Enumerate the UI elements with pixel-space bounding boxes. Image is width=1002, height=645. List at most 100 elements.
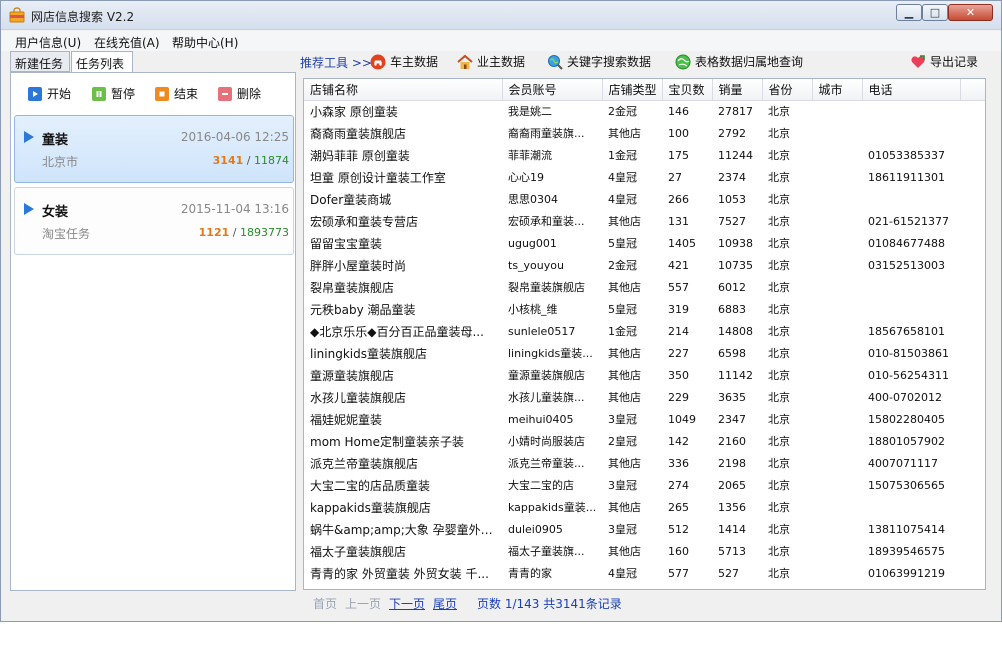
window-title: 网店信息搜索 V2.2 — [31, 10, 135, 24]
globe-search-icon — [548, 54, 563, 70]
table-row[interactable]: 童源童装旗舰店 童源童装旗舰店 其他店 350 11142 北京 010-56254311 — [304, 364, 985, 386]
table-location-lookup-button[interactable]: 表格数据归属地查询 — [675, 53, 803, 70]
column-header-item-count[interactable]: 宝贝数 — [662, 79, 713, 101]
column-header-shop-name[interactable]: 店铺名称 — [304, 79, 503, 101]
car-owner-data-button[interactable]: 车主数据 — [370, 53, 438, 70]
next-page-link[interactable]: 下一页 — [389, 595, 425, 612]
table-row[interactable]: 小森家 原创童装 我是姚二 2金冠 146 27817 北京 — [304, 100, 985, 122]
cell-item-count: 214 — [668, 324, 689, 338]
menu-user-info[interactable]: 用户信息(U) — [15, 34, 81, 51]
minimize-icon: ▁ — [904, 6, 914, 19]
cell-phone: 13811075414 — [868, 522, 945, 536]
home-owner-data-button[interactable]: 业主数据 — [457, 53, 525, 70]
table-row[interactable]: kappakids童装旗舰店 kappakids童装... 其他店 265 1356 北京 — [304, 496, 985, 518]
table-row[interactable]: 裂帛童装旗舰店 裂帛童装旗舰店 其他店 557 6012 北京 — [304, 276, 985, 298]
column-header-phone[interactable]: 电话 — [862, 79, 961, 101]
cell-city — [812, 540, 862, 562]
cell-shop-type: 4皇冠 — [608, 193, 637, 206]
minimize-button[interactable]: ▁ — [896, 4, 922, 21]
cell-member-account: 裔裔雨童装旗... — [508, 127, 585, 140]
shopping-bag-icon — [9, 7, 25, 23]
task-item-childrens-wear[interactable]: 童装 2016-04-06 12:25 北京市 3141 / 11874 — [14, 115, 294, 183]
cell-phone: 18567658101 — [868, 324, 945, 338]
cell-sales: 10938 — [718, 236, 753, 250]
cell-item-count: 577 — [668, 566, 689, 580]
last-page-link[interactable]: 尾页 — [433, 595, 457, 612]
column-header-shop-type[interactable]: 店铺类型 — [602, 79, 663, 101]
table-row[interactable]: 水孩儿童装旗舰店 水孩儿童装旗... 其他店 229 3635 北京 400-0702012 — [304, 386, 985, 408]
cell-shop-name: 青青的家 外贸童装 外贸女装 千... — [310, 566, 489, 581]
cell-shop-name: 潮妈菲菲 原创童装 — [310, 148, 410, 163]
table-row[interactable]: 青青的家 外贸童装 外贸女装 千... 青青的家 4皇冠 577 527 北京 010639… — [304, 562, 985, 584]
cell-filler — [960, 210, 985, 232]
tab-new-task[interactable]: 新建任务 — [10, 51, 70, 72]
cell-city — [812, 386, 862, 408]
column-header-sales[interactable]: 销量 — [712, 79, 763, 101]
table-row[interactable]: ◆北京乐乐◆百分百正品童装母... sunlele0517 1金冠 214 14808 北… — [304, 320, 985, 342]
table-row[interactable]: 福娃妮妮童装 meihui0405 3皇冠 1049 2347 北京 15802280405 — [304, 408, 985, 430]
cell-shop-name: mom Home定制童装亲子装 — [310, 434, 464, 449]
cell-sales: 27817 — [718, 104, 753, 118]
cell-shop-type: 其他店 — [608, 281, 641, 294]
cell-shop-type: 1金冠 — [608, 149, 637, 162]
cell-filler — [960, 342, 985, 364]
cell-shop-name: 元秩baby 潮品童装 — [310, 302, 416, 317]
pause-button[interactable]: 暂停 — [92, 85, 135, 102]
cell-province: 北京 — [768, 149, 790, 162]
table-row[interactable]: Dofer童装商城 思思0304 4皇冠 266 1053 北京 — [304, 188, 985, 210]
prev-page-link[interactable]: 上一页 — [345, 595, 381, 612]
maximize-button[interactable]: □ — [922, 4, 948, 21]
table-row[interactable]: 坦童 原创设计童装工作室 心心19 4皇冠 27 2374 北京 18611911301 — [304, 166, 985, 188]
start-button[interactable]: 开始 — [28, 85, 71, 102]
table-row[interactable]: 大宝二宝的店品质童装 大宝二宝的店 3皇冠 274 2065 北京 15075306565 — [304, 474, 985, 496]
task-location: 淘宝任务 — [42, 227, 91, 241]
close-button[interactable]: ✕ — [948, 4, 993, 21]
column-header-city[interactable]: 城市 — [812, 79, 863, 101]
cell-province: 北京 — [768, 171, 790, 184]
table-row[interactable]: 福太子童装旗舰店 福太子童装旗... 其他店 160 5713 北京 18939546575 — [304, 540, 985, 562]
keyword-search-data-button[interactable]: 关键字搜索数据 — [547, 53, 651, 70]
menu-online-recharge[interactable]: 在线充值(A) — [94, 34, 160, 51]
table-row[interactable]: 胖胖小屋童装时尚 ts_youyou 2金冠 421 10735 北京 0315251300… — [304, 254, 985, 276]
table-row[interactable]: 裔裔雨童装旗舰店 裔裔雨童装旗... 其他店 100 2792 北京 — [304, 122, 985, 144]
cell-shop-type: 2金冠 — [608, 259, 637, 272]
task-count-separator: / — [246, 154, 251, 167]
table-row[interactable]: 元秩baby 潮品童装 小核桃_维 5皇冠 319 6883 北京 — [304, 298, 985, 320]
cell-sales: 10735 — [718, 258, 753, 272]
cell-phone — [862, 100, 960, 122]
cell-sales: 11244 — [718, 148, 753, 162]
table-row[interactable]: 潮妈菲菲 原创童装 菲菲潮流 1金冠 175 11244 北京 01053385337 — [304, 144, 985, 166]
table-row[interactable]: liningkids童装旗舰店 liningkids童装... 其他店 227 6598… — [304, 342, 985, 364]
page-info: 页数 1/143 共3141条记录 — [477, 597, 622, 611]
cell-member-account: 派克兰帝童装... — [508, 457, 585, 470]
table-row[interactable]: 留留宝宝童装 ugug001 5皇冠 1405 10938 北京 01084677488 — [304, 232, 985, 254]
column-header-member-account[interactable]: 会员账号 — [502, 79, 603, 101]
cell-filler — [960, 386, 985, 408]
export-records-button[interactable]: 导出记录 — [910, 53, 978, 70]
cell-province: 北京 — [768, 369, 790, 382]
cell-member-account: 宏硕承和童装... — [508, 215, 585, 228]
stop-icon — [155, 86, 169, 101]
cell-province: 北京 — [768, 479, 790, 492]
column-header-filler — [960, 79, 985, 101]
pause-label: 暂停 — [111, 87, 136, 101]
cell-phone: 010-56254311 — [868, 368, 949, 382]
table-row[interactable]: mom Home定制童装亲子装 小婧时尚服装店 2皇冠 142 2160 北京 188010… — [304, 430, 985, 452]
task-item-womens-wear[interactable]: 女装 2015-11-04 13:16 淘宝任务 1121 / 1893773 — [14, 187, 294, 255]
cell-item-count: 265 — [668, 500, 689, 514]
tab-task-list[interactable]: 任务列表 — [71, 51, 133, 73]
title-bar: 网店信息搜索 V2.2 ▁ □ ✕ — [1, 1, 1001, 30]
column-header-province[interactable]: 省份 — [762, 79, 813, 101]
menu-help-center[interactable]: 帮助中心(H) — [172, 34, 238, 51]
first-page-link[interactable]: 首页 — [313, 595, 337, 612]
pause-icon — [92, 86, 106, 101]
table-row[interactable]: 宏硕承和童装专营店 宏硕承和童装... 其他店 131 7527 北京 021-615213… — [304, 210, 985, 232]
home-owner-data-label: 业主数据 — [477, 55, 526, 69]
table-row[interactable]: 蜗牛&amp;amp;大象 孕婴童外贸... dulei0905 3皇冠 512 141… — [304, 518, 985, 540]
end-button[interactable]: 结束 — [155, 85, 198, 102]
cell-city — [812, 144, 862, 166]
tools-toolbar: 推荐工具 >> 车主数据 业主数据 关键字搜索数据 表格数据归属地查询 导出记录 — [297, 51, 1001, 73]
table-row[interactable]: 派克兰帝童装旗舰店 派克兰帝童装... 其他店 336 2198 北京 4007071117 — [304, 452, 985, 474]
cell-item-count: 350 — [668, 368, 689, 382]
delete-button[interactable]: 删除 — [218, 85, 261, 102]
